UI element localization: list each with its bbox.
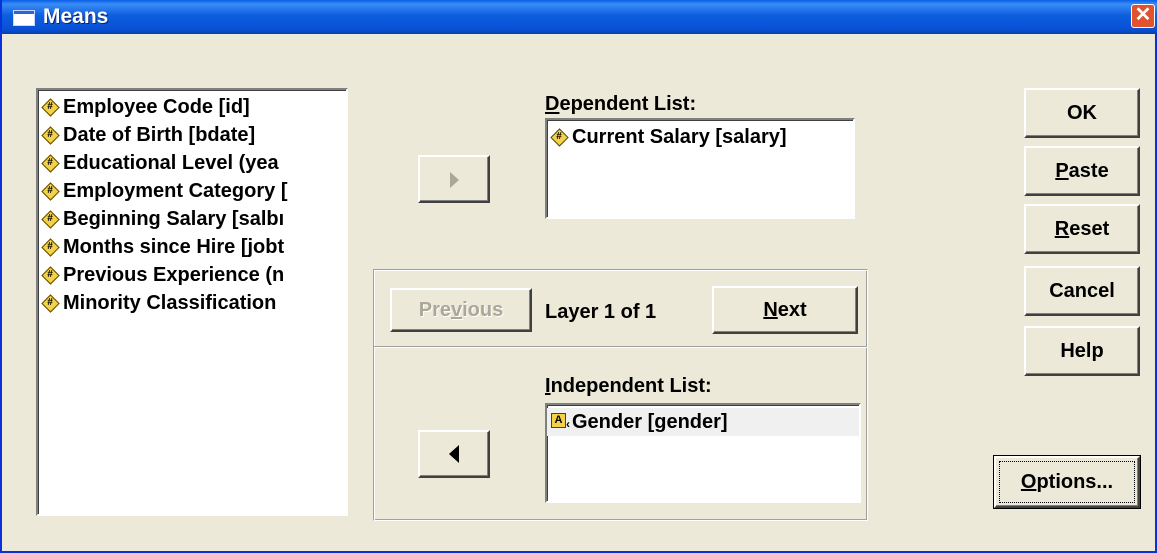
list-item-label: Date of Birth [bdate] bbox=[63, 124, 256, 146]
list-item[interactable]: # Date of Birth [bdate] bbox=[38, 121, 346, 149]
list-item-label: Minority Classification bbox=[63, 292, 277, 314]
list-item-label: Employment Category [ bbox=[63, 180, 288, 202]
next-button[interactable]: Next bbox=[712, 286, 858, 334]
numeric-variable-icon: # bbox=[41, 266, 60, 285]
list-item-label: Beginning Salary [salbı bbox=[63, 208, 285, 230]
move-to-dependent-button[interactable] bbox=[418, 155, 490, 203]
previous-button[interactable]: Previous bbox=[390, 288, 532, 332]
list-item[interactable]: # Minority Classification bbox=[38, 289, 346, 317]
list-item-label: Months since Hire [jobt bbox=[63, 236, 285, 258]
list-item[interactable]: # Current Salary [salary] bbox=[547, 123, 853, 151]
options-button[interactable]: Options... bbox=[993, 455, 1141, 509]
cancel-button[interactable]: Cancel bbox=[1024, 266, 1140, 316]
means-dialog: Means ✕ # Employee Code [id] # Date of B… bbox=[0, 0, 1157, 553]
dependent-list-caption: Dependent List: bbox=[545, 93, 697, 115]
numeric-variable-icon: # bbox=[550, 128, 569, 147]
arrow-left-icon bbox=[449, 445, 459, 463]
move-to-independent-button[interactable] bbox=[418, 430, 490, 478]
arrow-right-icon bbox=[449, 172, 459, 188]
string-variable-icon: A bbox=[551, 413, 566, 428]
paste-button[interactable]: Paste bbox=[1024, 146, 1140, 196]
window-title: Means bbox=[43, 5, 109, 28]
numeric-variable-icon: # bbox=[41, 182, 60, 201]
numeric-variable-icon: # bbox=[41, 126, 60, 145]
list-item-label: Educational Level (yea bbox=[63, 152, 279, 174]
dependent-list[interactable]: # Current Salary [salary] bbox=[545, 118, 855, 219]
independent-list-caption: Independent List: bbox=[545, 375, 712, 397]
source-variable-list[interactable]: # Employee Code [id] # Date of Birth [bd… bbox=[36, 88, 348, 516]
title-bar[interactable]: Means ✕ bbox=[2, 0, 1157, 34]
list-item-label: Gender [gender] bbox=[572, 411, 728, 433]
numeric-variable-icon: # bbox=[41, 238, 60, 257]
layer-indicator: Layer 1 of 1 bbox=[545, 301, 657, 323]
list-item-label: Employee Code [id] bbox=[63, 96, 250, 118]
list-item[interactable]: # Months since Hire [jobt bbox=[38, 233, 346, 261]
list-item[interactable]: # Employee Code [id] bbox=[38, 93, 346, 121]
list-item-label: Current Salary [salary] bbox=[572, 126, 787, 148]
list-item[interactable]: # Previous Experience (n bbox=[38, 261, 346, 289]
numeric-variable-icon: # bbox=[41, 98, 60, 117]
layer-divider bbox=[374, 346, 867, 348]
numeric-variable-icon: # bbox=[41, 294, 60, 313]
numeric-variable-icon: # bbox=[41, 154, 60, 173]
list-item[interactable]: # Employment Category [ bbox=[38, 177, 346, 205]
close-button[interactable]: ✕ bbox=[1131, 4, 1155, 28]
independent-list[interactable]: A ‹ Gender [gender] bbox=[545, 403, 861, 503]
list-item[interactable]: A ‹ Gender [gender] bbox=[547, 408, 859, 436]
window-icon bbox=[13, 10, 35, 26]
list-item-label: Previous Experience (n bbox=[63, 264, 285, 286]
list-item[interactable]: # Beginning Salary [salbı bbox=[38, 205, 346, 233]
help-button[interactable]: Help bbox=[1024, 326, 1140, 376]
list-item[interactable]: # Educational Level (yea bbox=[38, 149, 346, 177]
numeric-variable-icon: # bbox=[41, 210, 60, 229]
ok-button[interactable]: OK bbox=[1024, 88, 1140, 138]
string-variable-tick-icon: ‹ bbox=[566, 417, 570, 431]
reset-button[interactable]: Reset bbox=[1024, 204, 1140, 254]
